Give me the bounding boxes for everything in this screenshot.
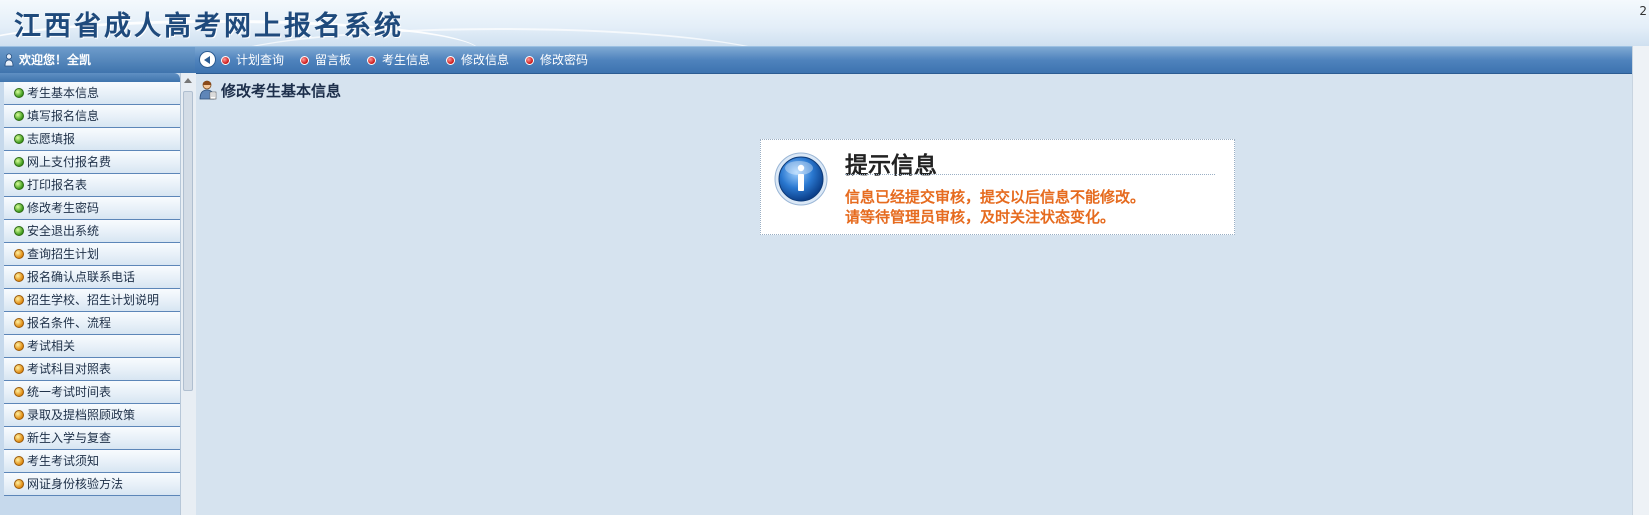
sidebar-item-change-password[interactable]: 修改考生密码	[4, 197, 180, 220]
orange-bullet-icon	[14, 456, 24, 466]
red-dot-icon	[221, 56, 230, 65]
green-bullet-icon	[14, 226, 24, 236]
green-bullet-icon	[14, 203, 24, 213]
orange-bullet-icon	[14, 272, 24, 282]
sidebar-item-query-plan[interactable]: 查询招生计划	[4, 243, 180, 266]
info-icon	[774, 152, 828, 206]
sidebar-item-label: 志愿填报	[27, 132, 76, 146]
sidebar-item-exam-related[interactable]: 考试相关	[4, 335, 180, 358]
sidebar-item-fill-registration[interactable]: 填写报名信息	[4, 105, 180, 128]
page-title: 修改考生基本信息	[221, 82, 342, 100]
nav-label: 修改信息	[461, 53, 510, 67]
sidebar-item-label: 修改考生密码	[27, 201, 100, 215]
sidebar-item-basic-info[interactable]: 考生基本信息	[4, 82, 180, 105]
sidebar-item-label: 报名确认点联系电话	[27, 270, 136, 284]
header-banner: 江西省成人高考网上报名系统 2	[0, 0, 1649, 46]
info-message-line: 信息已经提交审核，提交以后信息不能修改。	[845, 188, 1146, 206]
nav-label: 考生信息	[382, 53, 431, 67]
sidebar-item-contact-phone[interactable]: 报名确认点联系电话	[4, 266, 180, 289]
red-dot-icon	[367, 56, 376, 65]
orange-bullet-icon	[14, 364, 24, 374]
sidebar-item-label: 考生考试须知	[27, 454, 100, 468]
sidebar-item-schools-plan[interactable]: 招生学校、招生计划说明	[4, 289, 180, 312]
red-dot-icon	[300, 56, 309, 65]
orange-bullet-icon	[14, 387, 24, 397]
sidebar-item-exam-schedule[interactable]: 统一考试时间表	[4, 381, 180, 404]
sidebar-item-label: 网上支付报名费	[27, 155, 112, 169]
nav-label: 修改密码	[540, 53, 589, 67]
top-nav-bar: 欢迎您！全凯 计划查询 留言板 考生信息 修改信息 修改密码	[0, 46, 1649, 74]
nav-message-board[interactable]: 留言板	[300, 47, 351, 73]
red-dot-icon	[525, 56, 534, 65]
red-dot-icon	[446, 56, 455, 65]
sidebar-item-preferences[interactable]: 志愿填报	[4, 128, 180, 151]
nav-label: 计划查询	[236, 53, 285, 67]
nav-edit-info[interactable]: 修改信息	[446, 47, 509, 73]
user-edit-icon	[199, 80, 217, 100]
nav-candidate-info[interactable]: 考生信息	[367, 47, 430, 73]
sidebar-item-exam-notice[interactable]: 考生考试须知	[4, 450, 180, 473]
sidebar-item-label: 考试相关	[27, 339, 76, 353]
orange-bullet-icon	[14, 249, 24, 259]
green-bullet-icon	[14, 180, 24, 190]
orange-bullet-icon	[14, 479, 24, 489]
orange-bullet-icon	[14, 410, 24, 420]
sidebar-item-label: 安全退出系统	[27, 224, 100, 238]
sidebar: 考生基本信息 填写报名信息 志愿填报 网上支付报名费 打印报名表 修改考生密码 …	[0, 73, 196, 515]
orange-bullet-icon	[14, 295, 24, 305]
green-bullet-icon	[14, 88, 24, 98]
scroll-up-arrow-icon[interactable]	[184, 78, 192, 83]
corner-mark: 2	[1639, 4, 1647, 18]
welcome-text: 欢迎您！全凯	[19, 53, 92, 67]
welcome-banner: 欢迎您！全凯	[0, 47, 195, 73]
sidebar-item-label: 考生基本信息	[27, 86, 100, 100]
scrollbar-thumb[interactable]	[183, 91, 193, 391]
info-message-box: 提示信息 信息已经提交审核，提交以后信息不能修改。 请等待管理员审核，及时关注状…	[760, 139, 1235, 235]
collapse-sidebar-button[interactable]	[199, 51, 216, 68]
sidebar-item-subject-table[interactable]: 考试科目对照表	[4, 358, 180, 381]
orange-bullet-icon	[14, 341, 24, 351]
sidebar-item-label: 查询招生计划	[27, 247, 100, 261]
green-bullet-icon	[14, 111, 24, 121]
sidebar-item-label: 统一考试时间表	[27, 385, 112, 399]
sidebar-item-print-form[interactable]: 打印报名表	[4, 174, 180, 197]
green-bullet-icon	[14, 157, 24, 167]
page-scrollbar[interactable]	[1632, 46, 1649, 515]
user-icon	[4, 53, 14, 67]
site-title: 江西省成人高考网上报名系统	[14, 11, 404, 42]
sidebar-item-enrollment-review[interactable]: 新生入学与复查	[4, 427, 180, 450]
green-bullet-icon	[14, 134, 24, 144]
nav-label: 留言板	[315, 53, 352, 67]
sidebar-item-label: 报名条件、流程	[27, 316, 112, 330]
nav-plan-query[interactable]: 计划查询	[221, 47, 284, 73]
sidebar-item-label: 网证身份核验方法	[27, 477, 124, 491]
sidebar-item-admission-policy[interactable]: 录取及提档照顾政策	[4, 404, 180, 427]
sidebar-item-label: 招生学校、招生计划说明	[27, 293, 160, 307]
sidebar-item-label: 打印报名表	[27, 178, 88, 192]
sidebar-item-label: 录取及提档照顾政策	[27, 408, 136, 422]
sidebar-item-id-verification[interactable]: 网证身份核验方法	[4, 473, 180, 496]
sidebar-scrollbar[interactable]	[180, 73, 196, 515]
sidebar-item-online-payment[interactable]: 网上支付报名费	[4, 151, 180, 174]
nav-change-password[interactable]: 修改密码	[525, 47, 588, 73]
sidebar-item-label: 新生入学与复查	[27, 431, 112, 445]
orange-bullet-icon	[14, 433, 24, 443]
sidebar-header	[0, 73, 180, 82]
sidebar-menu: 考生基本信息 填写报名信息 志愿填报 网上支付报名费 打印报名表 修改考生密码 …	[4, 82, 180, 496]
info-message-line: 请等待管理员审核，及时关注状态变化。	[845, 208, 1116, 226]
sidebar-item-label: 填写报名信息	[27, 109, 100, 123]
divider	[845, 174, 1215, 175]
sidebar-item-logout[interactable]: 安全退出系统	[4, 220, 180, 243]
sidebar-item-conditions[interactable]: 报名条件、流程	[4, 312, 180, 335]
sidebar-item-label: 考试科目对照表	[27, 362, 112, 376]
orange-bullet-icon	[14, 318, 24, 328]
